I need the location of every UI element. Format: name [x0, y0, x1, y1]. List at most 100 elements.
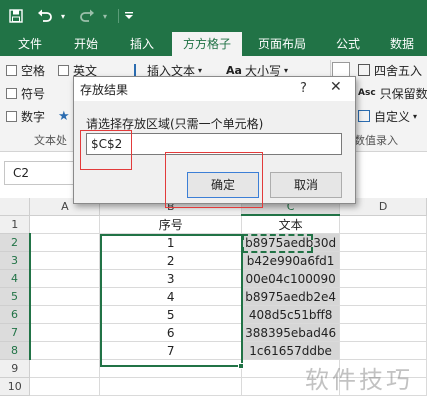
- cell-b-selected[interactable]: 408d5c51bff8: [241, 305, 341, 324]
- tab-formulas[interactable]: 公式: [326, 32, 370, 56]
- fill-handle[interactable]: [238, 363, 244, 369]
- checkbox-space[interactable]: 空格: [6, 61, 45, 79]
- row-header[interactable]: 7: [0, 323, 31, 342]
- cell-a[interactable]: 2: [99, 251, 243, 270]
- cell[interactable]: [339, 341, 427, 360]
- row-header[interactable]: 3: [0, 251, 31, 270]
- cell-a[interactable]: 7: [99, 341, 243, 360]
- row-header[interactable]: 10: [0, 377, 31, 396]
- cell-b1[interactable]: 文本: [241, 215, 341, 234]
- checkbox-label: 数字: [21, 109, 46, 124]
- redo-dropdown-icon[interactable]: ▾: [100, 0, 110, 32]
- tab-file[interactable]: 文件: [8, 32, 52, 56]
- undo-icon[interactable]: [32, 0, 58, 32]
- group-text-label: 文本处: [34, 134, 67, 147]
- round-button[interactable]: 四舍五入: [358, 61, 422, 79]
- cell-a[interactable]: 1: [99, 233, 243, 252]
- row-header[interactable]: 8: [0, 341, 31, 360]
- close-icon[interactable]: ✕: [330, 79, 342, 95]
- customize-qat-icon[interactable]: [122, 0, 136, 32]
- cell[interactable]: [29, 359, 101, 378]
- row-header[interactable]: 6: [0, 305, 31, 324]
- worksheet-grid[interactable]: A B C D 1 序号 文本 2 1 b8975aedb30d 3 2 b42…: [0, 198, 427, 405]
- custom-icon: [358, 110, 370, 122]
- star-icon: ★: [58, 108, 70, 124]
- cell[interactable]: [99, 377, 243, 396]
- cell[interactable]: [339, 287, 427, 306]
- row-header[interactable]: 5: [0, 287, 31, 306]
- cell-b-selected[interactable]: 388395ebad46: [241, 323, 341, 342]
- checkbox-symbol[interactable]: 符号: [6, 84, 45, 102]
- dialog-titlebar: 存放结果 ? ✕: [74, 77, 355, 101]
- cell[interactable]: [29, 377, 101, 396]
- round-icon: [358, 64, 370, 76]
- dialog-title: 存放结果: [80, 83, 129, 97]
- tab-data[interactable]: 数据: [380, 32, 424, 56]
- table-row: 2 1 b8975aedb30d: [0, 233, 427, 252]
- cell[interactable]: [339, 305, 427, 324]
- checkbox-label: 符号: [21, 86, 46, 101]
- cell[interactable]: [29, 233, 101, 252]
- tab-home[interactable]: 开始: [64, 32, 108, 56]
- undo-dropdown-icon[interactable]: ▾: [58, 0, 68, 32]
- cell[interactable]: [29, 323, 101, 342]
- cell[interactable]: [339, 269, 427, 288]
- cell-b-selected[interactable]: b42e990a6fd1: [241, 251, 341, 270]
- help-icon[interactable]: ?: [300, 81, 307, 96]
- cell-b-selected[interactable]: 1c61657ddbe: [241, 341, 341, 360]
- keep-numbers-button[interactable]: Asc 只保留数: [358, 84, 427, 102]
- cell[interactable]: [29, 269, 101, 288]
- custom-label: 自定义: [374, 109, 411, 124]
- checkbox-box: [6, 64, 17, 76]
- keep-numbers-label: 只保留数: [379, 86, 427, 101]
- cancel-button[interactable]: 取消: [270, 172, 342, 198]
- qat-separator: [118, 9, 119, 23]
- insert-text-icon: [134, 64, 144, 76]
- chevron-down-icon: ▾: [413, 111, 418, 121]
- checkbox-number[interactable]: 数字: [6, 107, 45, 125]
- tab-fangfang[interactable]: 方方格子: [172, 32, 242, 56]
- row-header[interactable]: 1: [0, 215, 31, 234]
- cell-b-selected[interactable]: b8975aedb30d: [241, 233, 341, 252]
- cell[interactable]: [29, 251, 101, 270]
- table-row: 1 序号 文本: [0, 215, 427, 234]
- case-icon: Aa: [226, 63, 242, 77]
- table-row: 4 3 00e04c100090: [0, 269, 427, 288]
- row-header[interactable]: 4: [0, 269, 31, 288]
- watermark: 软件技巧: [305, 366, 413, 394]
- cell-b-selected[interactable]: 00e04c100090: [241, 269, 341, 288]
- tab-insert[interactable]: 插入: [120, 32, 164, 56]
- row-header[interactable]: 2: [0, 233, 31, 252]
- cell-a[interactable]: 4: [99, 287, 243, 306]
- cell-a1[interactable]: 序号: [99, 215, 243, 234]
- cell-a[interactable]: 3: [99, 269, 243, 288]
- redo-icon[interactable]: [74, 0, 100, 32]
- annotation-box-input: [80, 130, 132, 170]
- quick-access-toolbar: ▾ ▾: [0, 0, 427, 32]
- cell[interactable]: [339, 251, 427, 270]
- chevron-down-icon: ▾: [283, 65, 288, 75]
- select-all-corner[interactable]: [0, 198, 31, 216]
- ribbon-tabs: 文件 开始 插入 方方格子 页面布局 公式 数据: [0, 32, 427, 56]
- table-row: 6 5 408d5c51bff8: [0, 305, 427, 324]
- cell[interactable]: [339, 233, 427, 252]
- annotation-box-ok: [165, 152, 263, 208]
- cell[interactable]: [29, 215, 101, 234]
- cell-a[interactable]: 5: [99, 305, 243, 324]
- cell[interactable]: [339, 323, 427, 342]
- cell[interactable]: [29, 341, 101, 360]
- name-box[interactable]: C2: [4, 161, 74, 185]
- cell[interactable]: [29, 305, 101, 324]
- tab-page-layout[interactable]: 页面布局: [250, 32, 314, 56]
- checkbox-box: [6, 110, 17, 122]
- cell[interactable]: [99, 359, 243, 378]
- checkbox-box: [6, 87, 17, 99]
- custom-button[interactable]: 自定义 ▾: [358, 107, 417, 125]
- cell-b-selected[interactable]: b8975aedb2e4: [241, 287, 341, 306]
- cell-a[interactable]: 6: [99, 323, 243, 342]
- round-label: 四舍五入: [374, 63, 423, 78]
- save-icon[interactable]: [4, 0, 28, 32]
- row-header[interactable]: 9: [0, 359, 31, 378]
- cell[interactable]: [29, 287, 101, 306]
- cell[interactable]: [339, 215, 427, 234]
